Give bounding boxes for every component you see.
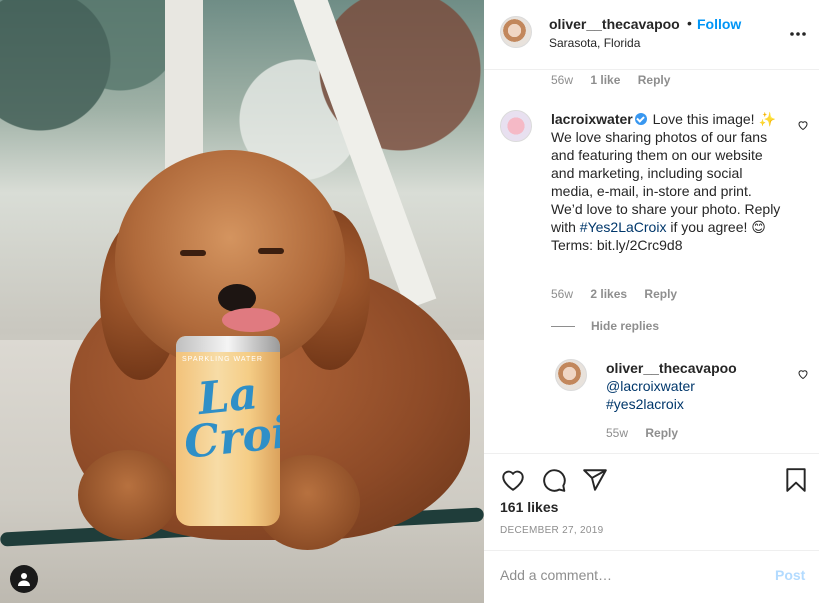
commenter-username[interactable]: lacroixwater (551, 111, 633, 127)
post-date: DECEMBER 27, 2019 (500, 525, 604, 536)
post-comment-button[interactable]: Post (775, 567, 805, 583)
user-icon (18, 573, 30, 586)
hide-replies-button[interactable]: Hide replies (551, 319, 659, 333)
dog-eye-left (180, 250, 206, 256)
verified-badge-icon (634, 113, 647, 125)
reply-text: oliver__thecavapoo @lacroixwater #yes2la… (606, 359, 776, 413)
hide-replies-label: Hide replies (591, 319, 660, 333)
comment-time[interactable]: 56w (551, 287, 573, 301)
comment-text: lacroixwater Love this image! ✨ We love … (551, 110, 781, 254)
separator-dot: • (687, 15, 692, 31)
comment-likes[interactable]: 1 like (590, 73, 620, 87)
hashtag-link[interactable]: #Yes2LaCroix (580, 219, 667, 235)
comment-like-icon[interactable] (797, 119, 809, 131)
mention-link[interactable]: @lacroixwater (606, 378, 695, 394)
save-icon[interactable] (783, 467, 809, 493)
author-avatar[interactable] (500, 16, 532, 48)
comment-body-start: Love this image! ✨ We love sharing photo… (551, 111, 781, 235)
likes-count[interactable]: 161 likes (500, 499, 558, 515)
tagged-user-button[interactable] (10, 565, 38, 593)
commenter-avatar[interactable] (500, 110, 532, 142)
previous-comment-meta: 56w 1 like Reply (551, 73, 684, 87)
post-side-panel: oliver__thecavapoo • Follow Sarasota, Fl… (484, 0, 819, 603)
more-options-icon[interactable] (788, 24, 808, 44)
hashtag-link[interactable]: #yes2lacroix (606, 396, 684, 412)
reply-button[interactable]: Reply (644, 287, 677, 301)
can-lid (176, 336, 280, 352)
dog-eye-right (258, 248, 284, 254)
replies-divider (551, 326, 575, 328)
follow-button[interactable]: Follow (697, 16, 741, 32)
dog-tongue (222, 308, 280, 332)
lacroix-can: SPARKLING WATER La Croix (176, 336, 280, 526)
can-brand-logo: La Croix (181, 368, 280, 469)
like-icon[interactable] (500, 467, 526, 493)
can-water-label: SPARKLING WATER (182, 356, 263, 363)
author-username[interactable]: oliver__thecavapoo (549, 16, 680, 32)
comment-likes[interactable]: 2 likes (590, 287, 627, 301)
reply-time[interactable]: 55w (606, 426, 628, 440)
comment-composer: Post (484, 550, 819, 603)
comment-input[interactable] (500, 567, 750, 583)
reply-meta: 55w Reply (606, 426, 692, 440)
post-header: oliver__thecavapoo • Follow Sarasota, Fl… (484, 0, 819, 70)
reply-like-icon[interactable] (797, 368, 809, 380)
comment-meta: 56w 2 likes Reply (551, 287, 691, 301)
replier-avatar[interactable] (555, 359, 587, 391)
post-actions: 161 likes DECEMBER 27, 2019 Post (484, 453, 819, 603)
share-icon[interactable] (582, 467, 608, 493)
post-location[interactable]: Sarasota, Florida (549, 36, 640, 50)
reply-button[interactable]: Reply (645, 426, 678, 440)
reply-button[interactable]: Reply (638, 73, 671, 87)
comment-icon[interactable] (541, 467, 567, 493)
dog-paw-left (78, 450, 178, 540)
replier-username[interactable]: oliver__thecavapoo (606, 360, 737, 376)
comment-time[interactable]: 56w (551, 73, 573, 87)
post-photo: SPARKLING WATER La Croix (0, 0, 484, 603)
